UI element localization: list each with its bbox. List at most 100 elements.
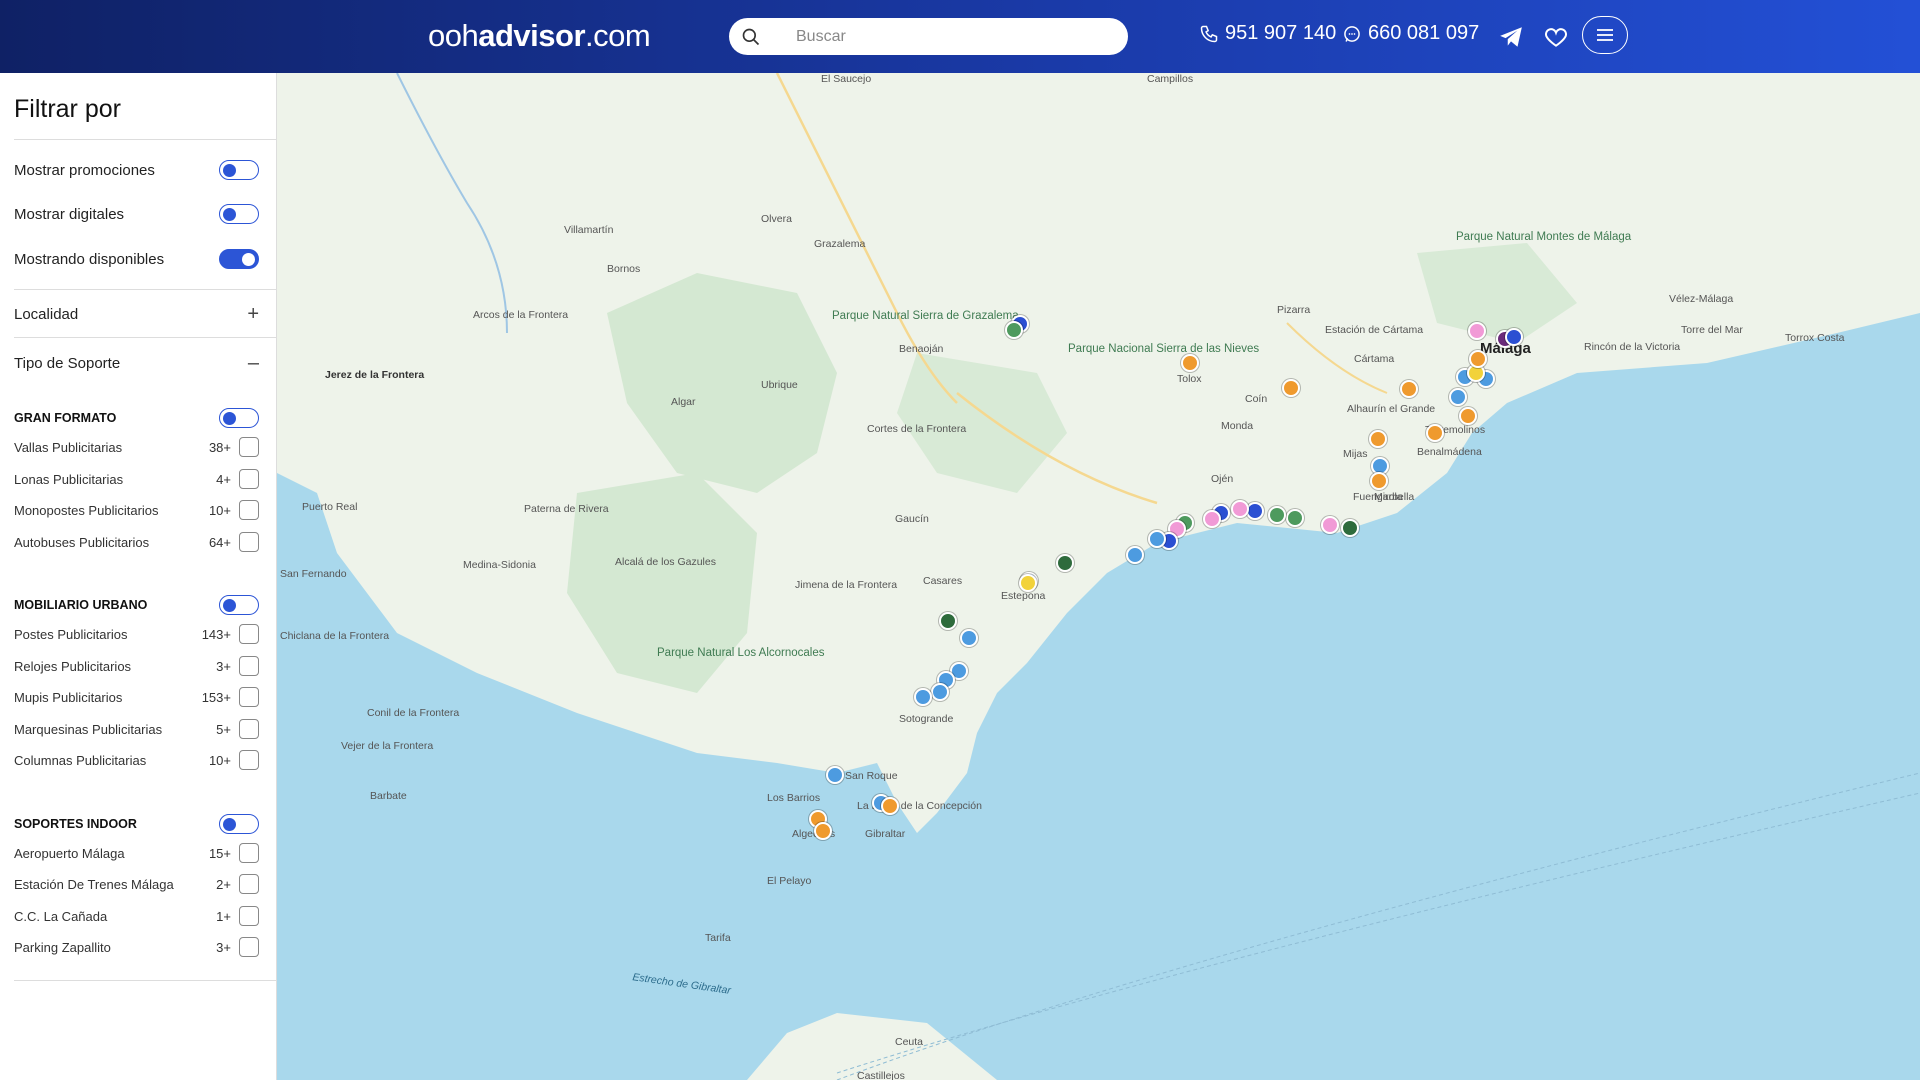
map-pin[interactable] bbox=[1469, 350, 1487, 368]
map-label-estacion-cartama: Estación de Cártama bbox=[1325, 324, 1424, 336]
phone-icon bbox=[1200, 25, 1218, 42]
map-label-chiclana: Chiclana de la Frontera bbox=[280, 630, 390, 642]
filter-item[interactable]: Vallas Publicitarias 38+ bbox=[14, 437, 259, 457]
map-label-olvera: Olvera bbox=[761, 213, 792, 225]
tipo-soporte-accordion[interactable]: Tipo de Soporte – bbox=[14, 352, 259, 375]
filter-item[interactable]: Postes Publicitarios 143+ bbox=[14, 624, 259, 644]
filter-item[interactable]: Autobuses Publicitarios 64+ bbox=[14, 532, 259, 552]
filter-item[interactable]: Columnas Publicitarias 10+ bbox=[14, 750, 259, 770]
map-pin[interactable] bbox=[1426, 424, 1444, 442]
filter-item[interactable]: Parking Zapallito 3+ bbox=[14, 937, 259, 957]
section-mobiliario-urbano: MOBILIARIO URBANO bbox=[14, 595, 259, 615]
phone-contact[interactable]: 951 907 140 bbox=[1199, 22, 1336, 45]
map-label-alcala: Alcalá de los Gazules bbox=[615, 556, 716, 568]
filter-item[interactable]: Monopostes Publicitarios 10+ bbox=[14, 500, 259, 520]
toggle-label: Mostrar promociones bbox=[14, 161, 155, 179]
map-pin[interactable] bbox=[914, 688, 932, 706]
toggle-mobiliario[interactable] bbox=[219, 595, 259, 615]
map-pin[interactable] bbox=[1181, 354, 1199, 372]
filter-item[interactable]: Relojes Publicitarios 3+ bbox=[14, 656, 259, 676]
map-pin[interactable] bbox=[881, 797, 899, 815]
section-title: SOPORTES INDOOR bbox=[14, 817, 137, 831]
filter-checkbox[interactable] bbox=[239, 469, 259, 489]
filter-item[interactable]: Aeropuerto Málaga 15+ bbox=[14, 843, 259, 863]
map-pin[interactable] bbox=[1369, 430, 1387, 448]
search-icon bbox=[742, 28, 760, 45]
map-pin[interactable] bbox=[1282, 379, 1300, 397]
logo[interactable]: oohadvisor.com bbox=[428, 18, 651, 54]
filter-checkbox[interactable] bbox=[239, 687, 259, 707]
map-pin[interactable] bbox=[826, 766, 844, 784]
filter-checkbox[interactable] bbox=[239, 719, 259, 739]
whatsapp-contact[interactable]: 660 081 097 bbox=[1342, 22, 1479, 45]
map-pin[interactable] bbox=[1341, 519, 1359, 537]
logo-suffix: .com bbox=[585, 18, 651, 53]
filter-checkbox[interactable] bbox=[239, 656, 259, 676]
map-label-tolox: Tolox bbox=[1177, 373, 1202, 385]
map-pin[interactable] bbox=[1268, 506, 1286, 524]
map-pin[interactable] bbox=[1148, 530, 1166, 548]
map-pin[interactable] bbox=[1286, 509, 1304, 527]
map-label-casares: Casares bbox=[923, 575, 963, 587]
toggle-disponibles[interactable] bbox=[219, 249, 259, 269]
heart-icon[interactable] bbox=[1543, 24, 1569, 50]
map-pin[interactable] bbox=[1505, 328, 1523, 346]
filter-label: Columnas Publicitarias bbox=[14, 752, 147, 768]
map-view[interactable]: Málaga Estrecho de Gibraltar Marbella Es… bbox=[277, 73, 1920, 1080]
filter-checkbox[interactable] bbox=[239, 906, 259, 926]
map-pin[interactable] bbox=[1370, 472, 1388, 490]
localidad-accordion[interactable]: Localidad + bbox=[14, 303, 259, 326]
map-label-benaojan: Benaoján bbox=[899, 343, 944, 355]
map-pin[interactable] bbox=[1019, 574, 1037, 592]
search-bar[interactable] bbox=[729, 18, 1128, 55]
menu-button[interactable] bbox=[1582, 16, 1628, 54]
filter-label: Mupis Publicitarios bbox=[14, 689, 123, 705]
filter-checkbox[interactable] bbox=[239, 843, 259, 863]
map-pin[interactable] bbox=[1005, 321, 1023, 339]
filter-item[interactable]: C.C. La Cañada 1+ bbox=[14, 906, 259, 926]
map-label-jimena: Jimena de la Frontera bbox=[795, 579, 898, 591]
toggle-digitales[interactable] bbox=[219, 204, 259, 224]
map-pin[interactable] bbox=[960, 629, 978, 647]
map-pin[interactable] bbox=[1321, 516, 1339, 534]
map-pin[interactable] bbox=[1231, 500, 1249, 518]
map-pin[interactable] bbox=[814, 822, 832, 840]
filter-item[interactable]: Mupis Publicitarios 153+ bbox=[14, 687, 259, 707]
filter-item[interactable]: Lonas Publicitarias 4+ bbox=[14, 469, 259, 489]
filter-checkbox[interactable] bbox=[239, 937, 259, 957]
map-label-san-fernando: San Fernando bbox=[280, 568, 347, 580]
filter-count: 153+ bbox=[201, 689, 231, 705]
filter-item[interactable]: Marquesinas Publicitarias 5+ bbox=[14, 719, 259, 739]
map-pin[interactable] bbox=[1468, 322, 1486, 340]
map-label-fuengirola: Fuengirola bbox=[1353, 491, 1403, 503]
search-input[interactable] bbox=[796, 27, 1096, 46]
filter-checkbox[interactable] bbox=[239, 624, 259, 644]
map-label-campillos: Campillos bbox=[1147, 73, 1194, 85]
map-pin[interactable] bbox=[1056, 554, 1074, 572]
filter-title: Filtrar por bbox=[14, 95, 121, 123]
filter-label: Relojes Publicitarios bbox=[14, 658, 132, 674]
filter-checkbox[interactable] bbox=[239, 750, 259, 770]
map-pin[interactable] bbox=[939, 612, 957, 630]
map-pin[interactable] bbox=[931, 683, 949, 701]
map-pin[interactable] bbox=[1126, 546, 1144, 564]
map-pin[interactable] bbox=[1203, 510, 1221, 528]
divider bbox=[14, 139, 277, 140]
filter-label: Parking Zapallito bbox=[14, 939, 111, 955]
map-pin[interactable] bbox=[1400, 380, 1418, 398]
filter-count: 1+ bbox=[216, 908, 231, 924]
filter-checkbox[interactable] bbox=[239, 500, 259, 520]
filter-checkbox[interactable] bbox=[239, 437, 259, 457]
filter-label: C.C. La Cañada bbox=[14, 908, 108, 924]
toggle-indoor[interactable] bbox=[219, 814, 259, 834]
toggle-promociones[interactable] bbox=[219, 160, 259, 180]
toggle-gran-formato[interactable] bbox=[219, 408, 259, 428]
filter-checkbox[interactable] bbox=[239, 532, 259, 552]
filter-item[interactable]: Estación De Trenes Málaga 2+ bbox=[14, 874, 259, 894]
map-pin[interactable] bbox=[1449, 388, 1467, 406]
filter-checkbox[interactable] bbox=[239, 874, 259, 894]
map-pin[interactable] bbox=[1459, 407, 1477, 425]
filter-count: 10+ bbox=[208, 752, 231, 768]
map-label-san-roque: San Roque bbox=[845, 770, 898, 782]
telegram-icon[interactable] bbox=[1498, 24, 1524, 50]
